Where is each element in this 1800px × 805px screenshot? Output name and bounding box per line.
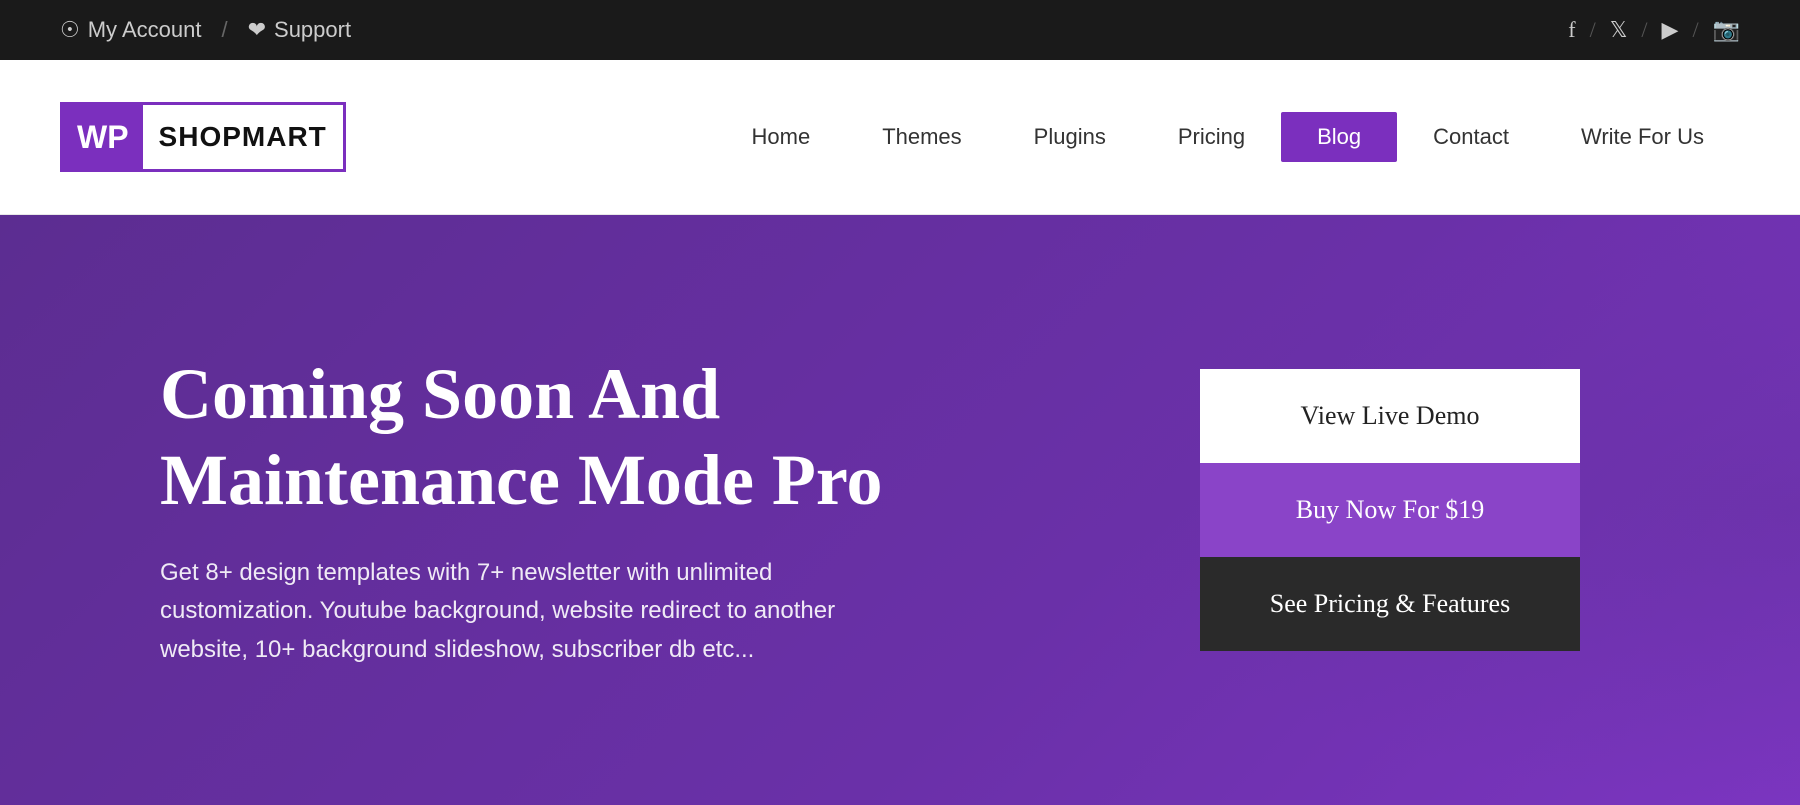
social-sep2: / xyxy=(1641,17,1647,43)
topbar: ☉ My Account / ❤ Support f / 𝕏 / ▶ / 📷 xyxy=(0,0,1800,60)
nav-write-for-us[interactable]: Write For Us xyxy=(1545,112,1740,162)
hero-title: Coming Soon And Maintenance Mode Pro xyxy=(160,351,1060,524)
header: WP SHOPMART Home Themes Plugins Pricing … xyxy=(0,60,1800,215)
nav-blog[interactable]: Blog xyxy=(1281,112,1397,162)
buy-now-button[interactable]: Buy Now For $19 xyxy=(1200,463,1580,557)
support-link[interactable]: ❤ Support xyxy=(248,17,352,43)
facebook-icon[interactable]: f xyxy=(1568,17,1575,43)
my-account-link[interactable]: ☉ My Account xyxy=(60,17,201,43)
instagram-icon[interactable]: 📷 xyxy=(1713,17,1740,43)
my-account-label: My Account xyxy=(88,17,202,43)
topbar-left: ☉ My Account / ❤ Support xyxy=(60,17,351,43)
logo-wp: WP xyxy=(63,105,143,169)
nav-pricing[interactable]: Pricing xyxy=(1142,112,1281,162)
topbar-right: f / 𝕏 / ▶ / 📷 xyxy=(1568,17,1740,43)
support-icon: ❤ xyxy=(248,17,266,43)
hero-section: Coming Soon And Maintenance Mode Pro Get… xyxy=(0,215,1800,805)
hero-content: Coming Soon And Maintenance Mode Pro Get… xyxy=(160,351,1060,669)
see-pricing-button[interactable]: See Pricing & Features xyxy=(1200,557,1580,651)
logo-shopmart: SHOPMART xyxy=(143,105,343,169)
hero-description: Get 8+ design templates with 7+ newslett… xyxy=(160,554,920,669)
social-sep1: / xyxy=(1590,17,1596,43)
logo[interactable]: WP SHOPMART xyxy=(60,102,346,172)
nav-themes[interactable]: Themes xyxy=(846,112,997,162)
nav-contact[interactable]: Contact xyxy=(1397,112,1545,162)
account-icon: ☉ xyxy=(60,17,80,43)
social-sep3: / xyxy=(1692,17,1698,43)
main-nav: Home Themes Plugins Pricing Blog Contact… xyxy=(716,112,1741,162)
nav-home[interactable]: Home xyxy=(716,112,847,162)
twitter-icon[interactable]: 𝕏 xyxy=(1610,17,1628,43)
support-label: Support xyxy=(274,17,351,43)
topbar-sep1: / xyxy=(221,17,227,43)
youtube-icon[interactable]: ▶ xyxy=(1662,17,1679,43)
logo-wrap[interactable]: WP SHOPMART xyxy=(60,102,346,172)
hero-actions: View Live Demo Buy Now For $19 See Prici… xyxy=(1200,369,1580,651)
nav-plugins[interactable]: Plugins xyxy=(998,112,1142,162)
view-live-demo-button[interactable]: View Live Demo xyxy=(1200,369,1580,463)
